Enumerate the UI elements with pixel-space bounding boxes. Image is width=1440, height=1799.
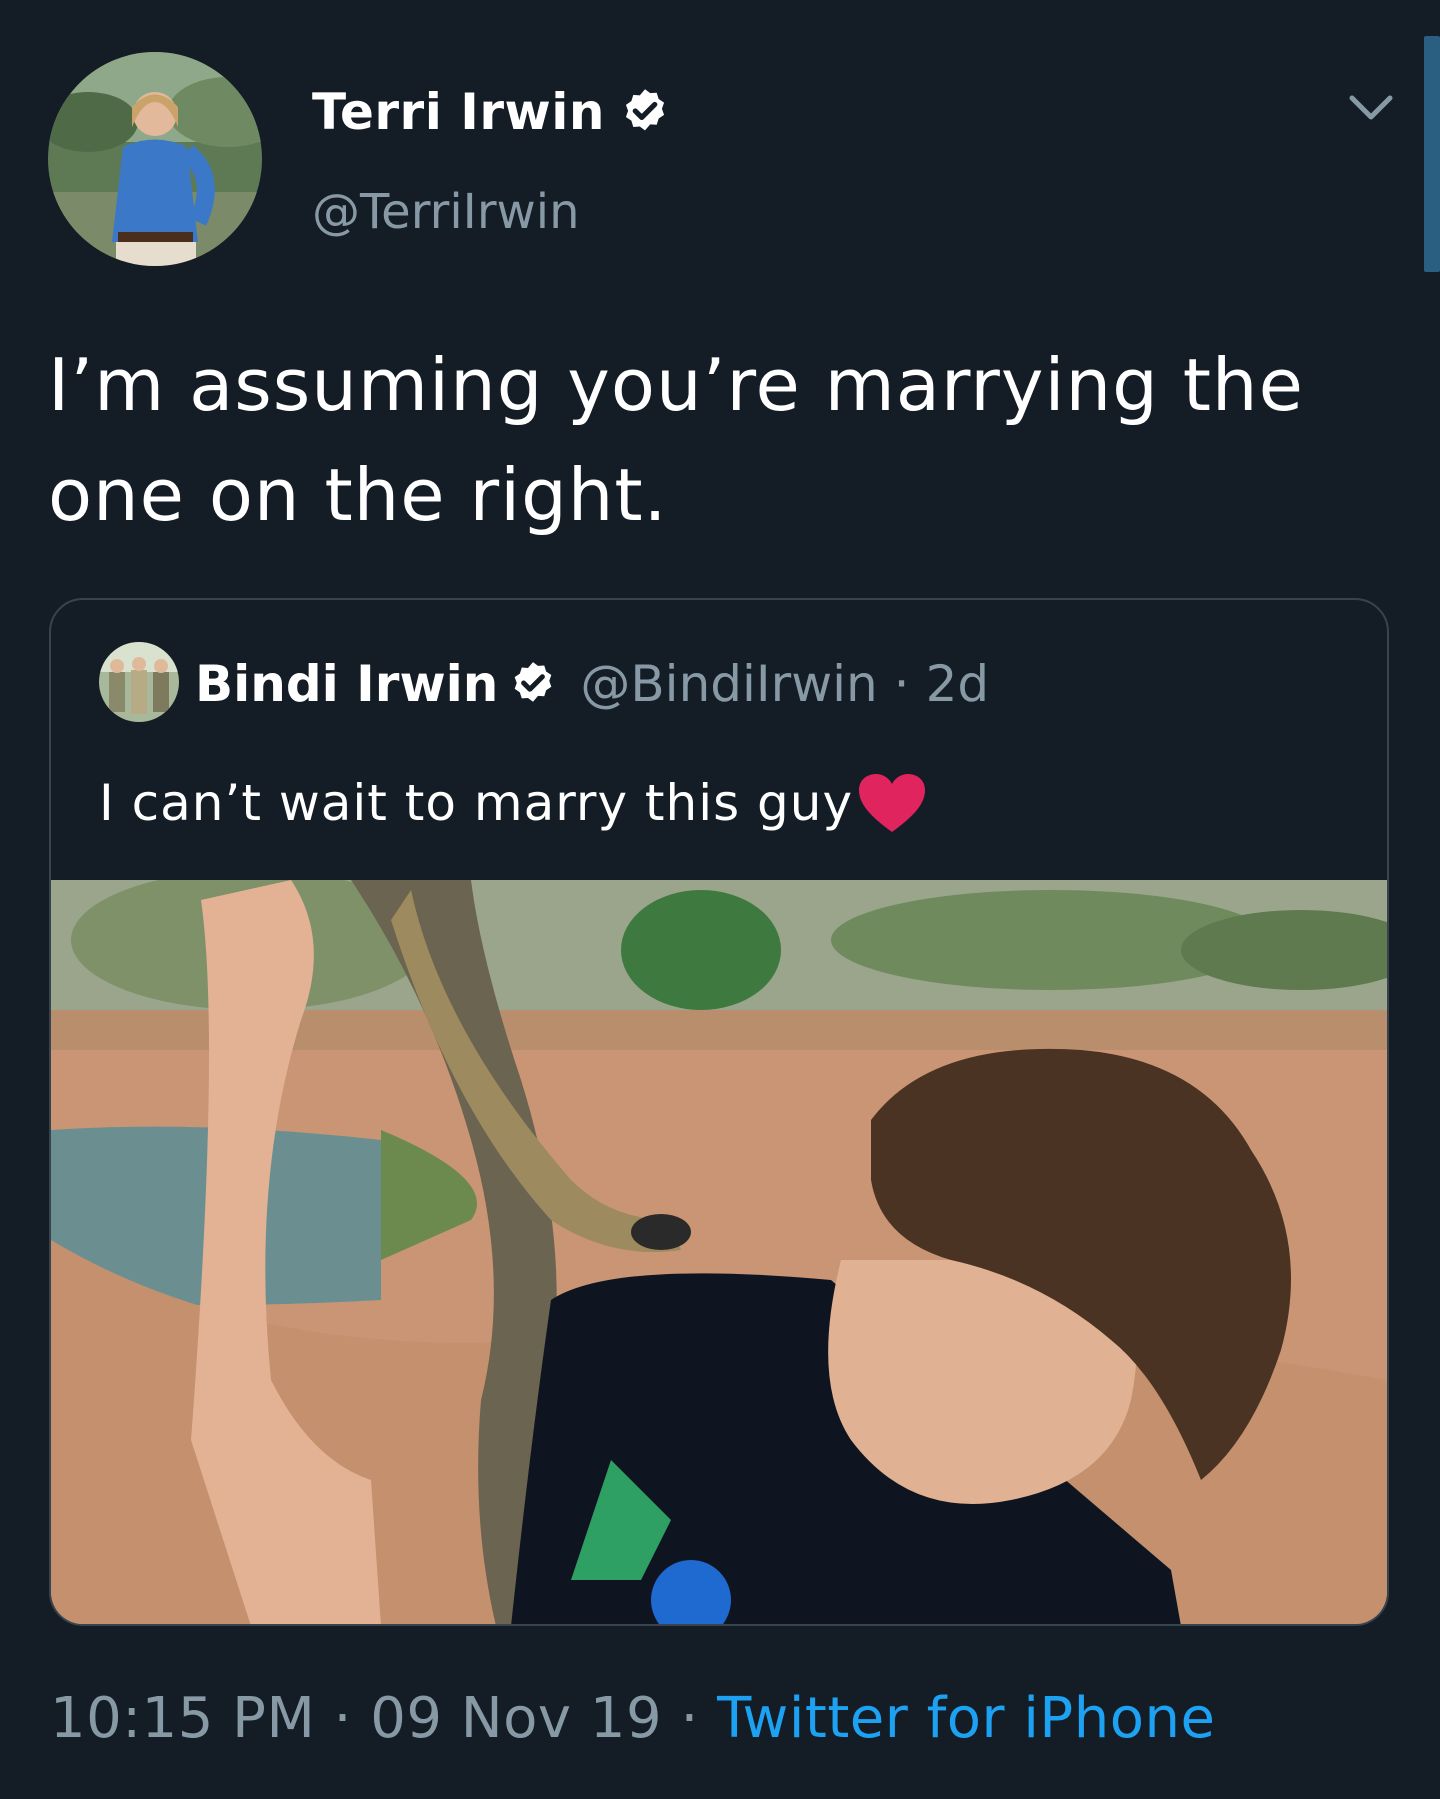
author-name[interactable]: Terri Irwin xyxy=(312,83,605,141)
author-avatar[interactable] xyxy=(48,52,262,266)
tweet-source-link[interactable]: Twitter for iPhone xyxy=(717,1686,1215,1751)
verified-badge-icon xyxy=(515,662,552,702)
tweet-time[interactable]: 10:15 PM xyxy=(50,1686,315,1751)
quoted-tweet-card[interactable]: Bindi Irwin @BindiIrwin · 2d I can’t wai… xyxy=(49,598,1389,1626)
quoted-photo[interactable] xyxy=(51,880,1387,1626)
quoted-header: Bindi Irwin @BindiIrwin · 2d xyxy=(195,648,989,720)
separator-dot: · xyxy=(680,1686,699,1751)
quoted-text-content: I can’t wait to marry this guy xyxy=(99,774,854,832)
quoted-text: I can’t wait to marry this guy xyxy=(99,772,927,834)
quoted-author-avatar[interactable] xyxy=(99,642,179,722)
tweet-footer: 10:15 PM · 09 Nov 19 · Twitter for iPhon… xyxy=(50,1686,1215,1751)
tweet-text-line: one on the right. xyxy=(48,453,668,537)
separator-dot: · xyxy=(333,1686,352,1751)
scrollbar[interactable] xyxy=(1424,36,1440,272)
chevron-down-icon[interactable] xyxy=(1346,88,1396,128)
quoted-author-name[interactable]: Bindi Irwin xyxy=(195,655,498,713)
separator-dot: · xyxy=(893,655,910,713)
author-name-row: Terri Irwin xyxy=(312,80,671,144)
verified-badge-icon xyxy=(625,89,665,131)
quoted-author-handle[interactable]: @BindiIrwin xyxy=(580,655,877,713)
red-heart-emoji xyxy=(859,774,926,832)
tweet-text-line: I’m assuming you’re marrying the xyxy=(48,343,1304,427)
tweet-text: I’m assuming you’re marrying the one on … xyxy=(48,330,1378,550)
author-handle[interactable]: @TerriIrwin xyxy=(312,184,580,240)
quoted-timestamp[interactable]: 2d xyxy=(926,655,990,713)
tweet-date[interactable]: 09 Nov 19 xyxy=(370,1686,662,1751)
